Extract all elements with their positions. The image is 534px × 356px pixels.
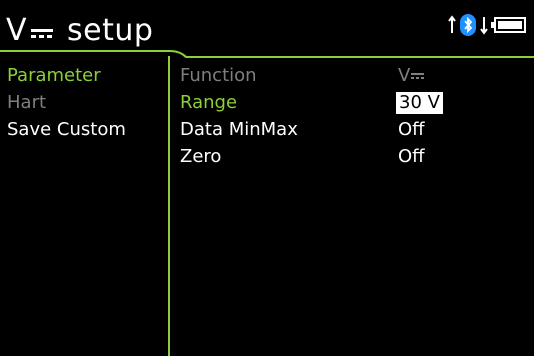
sidebar-menu: Parameter Hart Save Custom <box>7 62 165 143</box>
arrow-up-icon <box>448 15 456 33</box>
sidebar-item-hart[interactable]: Hart <box>7 89 165 116</box>
zero-label: Zero <box>180 146 222 167</box>
bluetooth-icon <box>460 14 476 36</box>
parameter-row-zero[interactable]: Zero Off <box>180 143 530 170</box>
device-screen: V setup Parameter Hart Save Custom Funct… <box>0 0 534 356</box>
battery-level <box>498 21 522 29</box>
header-underline <box>0 50 534 58</box>
sidebar-item-save-custom[interactable]: Save Custom <box>7 116 165 143</box>
page-title: V setup <box>6 11 153 51</box>
battery-icon <box>491 17 526 33</box>
parameter-list: Function V Range 30 V Data MinMax Off Ze… <box>180 62 530 170</box>
dc-symbol-icon <box>411 72 425 81</box>
data-minmax-value[interactable]: Off <box>398 116 425 143</box>
range-label: Range <box>180 92 238 113</box>
sidebar-item-parameter[interactable]: Parameter <box>7 62 165 89</box>
data-minmax-label: Data MinMax <box>180 119 298 140</box>
parameter-row-function: Function V <box>180 62 530 89</box>
dc-symbol-icon <box>31 26 54 40</box>
title-text: setup <box>67 13 154 48</box>
range-value[interactable]: 30 V <box>396 92 443 114</box>
function-label: Function <box>180 65 257 86</box>
column-divider <box>168 56 170 356</box>
arrow-down-icon <box>480 17 488 35</box>
mode-label: V <box>6 13 28 48</box>
zero-value[interactable]: Off <box>398 143 425 170</box>
parameter-row-range[interactable]: Range 30 V <box>180 89 530 116</box>
function-value: V <box>398 62 425 89</box>
parameter-row-data-minmax[interactable]: Data MinMax Off <box>180 116 530 143</box>
status-bar <box>448 14 526 36</box>
